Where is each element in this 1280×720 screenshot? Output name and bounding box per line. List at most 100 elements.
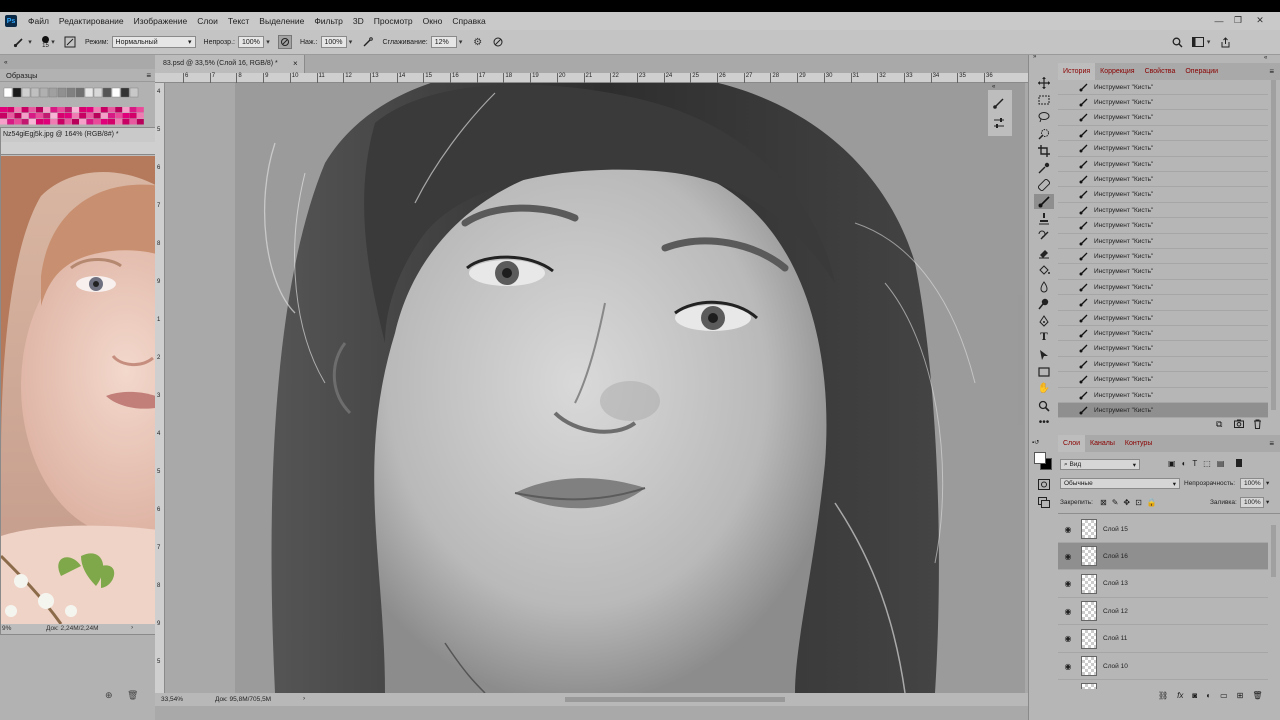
lock-artboard-icon[interactable]: ⊡ xyxy=(1135,498,1142,507)
fill-input[interactable]: 100% xyxy=(1240,497,1264,508)
workspace-icon[interactable] xyxy=(1191,35,1205,49)
history-brush-icon[interactable] xyxy=(1034,228,1054,243)
swatch[interactable] xyxy=(93,107,101,113)
eye-icon[interactable]: ◉ xyxy=(1062,579,1074,588)
quick-select-icon[interactable] xyxy=(1034,126,1054,141)
restore-button[interactable]: ❐ xyxy=(1231,15,1245,26)
link-layers-icon[interactable]: ⛓ xyxy=(1158,691,1168,703)
main-canvas[interactable] xyxy=(235,83,1025,693)
swatch[interactable] xyxy=(108,107,115,113)
swatch[interactable] xyxy=(129,87,139,98)
swatch[interactable] xyxy=(66,87,76,98)
filter-toggle-icon[interactable] xyxy=(1236,459,1243,467)
tab-history[interactable]: История xyxy=(1058,63,1096,80)
menu-image[interactable]: Изображение xyxy=(129,16,193,26)
swatch[interactable] xyxy=(12,87,22,98)
history-item[interactable]: Инструмент "Кисть" xyxy=(1058,157,1268,172)
mode-select[interactable]: Нормальный ▾ xyxy=(111,36,196,48)
tab-swatches[interactable]: Образцы xyxy=(0,68,44,83)
history-item[interactable]: Инструмент "Кисть" xyxy=(1058,326,1268,342)
eyedropper-icon[interactable] xyxy=(1034,160,1054,175)
menu-help[interactable]: Справка xyxy=(447,16,490,26)
eye-icon[interactable]: ◉ xyxy=(1062,552,1074,561)
swatch[interactable] xyxy=(111,87,121,98)
adjustment-filter-icon[interactable]: ◐ xyxy=(1182,459,1187,470)
swatch[interactable] xyxy=(93,119,101,125)
layer-name[interactable]: Слой 16 xyxy=(1103,553,1128,560)
swatch[interactable] xyxy=(72,113,79,119)
eraser-icon[interactable] xyxy=(1034,245,1054,260)
brush-settings-icon[interactable] xyxy=(992,96,1006,113)
panel-menu-icon[interactable]: ≡ xyxy=(146,71,151,80)
tab-paths[interactable]: Контуры xyxy=(1120,440,1157,447)
swatch[interactable] xyxy=(84,87,94,98)
lasso-icon[interactable] xyxy=(1034,109,1054,124)
swatch[interactable] xyxy=(36,107,43,113)
chevron-down-icon[interactable]: ▾ xyxy=(347,36,355,48)
menu-edit[interactable]: Редактирование xyxy=(54,16,129,26)
menu-select[interactable]: Выделение xyxy=(254,16,309,26)
quick-mask-icon[interactable] xyxy=(1034,477,1054,492)
hand-icon[interactable]: ✋ xyxy=(1034,381,1054,396)
fx-icon[interactable]: fx xyxy=(1177,691,1183,703)
type-icon[interactable]: T xyxy=(1034,330,1054,345)
swatch[interactable] xyxy=(72,107,79,113)
add-mask-icon[interactable]: ◙ xyxy=(1192,691,1197,703)
tab-layers[interactable]: Слои xyxy=(1058,435,1086,452)
swatch[interactable] xyxy=(48,87,58,98)
swatch[interactable] xyxy=(102,87,112,98)
layer-row[interactable] xyxy=(1058,680,1268,689)
swatch[interactable] xyxy=(75,87,85,98)
swatch[interactable] xyxy=(28,113,36,119)
chevron-right-icon[interactable]: › xyxy=(303,695,305,702)
panel-menu-icon[interactable]: ≡ xyxy=(1269,67,1274,76)
swatch[interactable] xyxy=(57,113,65,119)
swatch[interactable] xyxy=(7,113,15,119)
swatch[interactable] xyxy=(36,113,43,119)
new-adjustment-icon[interactable]: ◐ xyxy=(1206,691,1211,703)
brush-preset-icon[interactable] xyxy=(12,35,26,49)
swatch[interactable] xyxy=(43,113,51,119)
swatch[interactable] xyxy=(50,107,58,113)
zoom-icon[interactable] xyxy=(1034,398,1054,413)
smart-filter-icon[interactable]: ▤ xyxy=(1217,459,1225,470)
stamp-icon[interactable] xyxy=(1034,211,1054,226)
lock-all-icon[interactable]: 🔒 xyxy=(1147,498,1157,507)
eye-icon[interactable]: ◉ xyxy=(1062,634,1074,643)
adjustments-icon[interactable] xyxy=(992,116,1006,132)
history-item[interactable]: Инструмент "Кисть" xyxy=(1058,234,1268,249)
swatch[interactable] xyxy=(28,119,36,125)
history-item[interactable]: Инструмент "Кисть" xyxy=(1058,265,1268,280)
chevron-right-icon[interactable]: › xyxy=(131,624,133,631)
history-item[interactable]: Инструмент "Кисть" xyxy=(1058,373,1268,388)
layer-name[interactable]: Слой 11 xyxy=(1103,635,1127,642)
menu-filter[interactable]: Фильтр xyxy=(309,16,348,26)
swatch[interactable] xyxy=(0,107,7,113)
swatch[interactable] xyxy=(86,119,94,125)
history-item[interactable]: Инструмент "Кисть" xyxy=(1058,403,1268,419)
swatch[interactable] xyxy=(115,119,123,125)
share-icon[interactable] xyxy=(1219,35,1233,49)
layer-row[interactable]: ◉ Слой 11 xyxy=(1058,626,1268,653)
history-item[interactable]: Инструмент "Кисть" xyxy=(1058,142,1268,157)
crop-icon[interactable] xyxy=(1034,143,1054,158)
mini-strip-collapse-icon[interactable]: « xyxy=(992,84,995,90)
lock-position-icon[interactable]: ✥ xyxy=(1123,498,1130,507)
swatch[interactable] xyxy=(100,113,108,119)
menu-type[interactable]: Текст xyxy=(223,16,254,26)
swatch[interactable] xyxy=(14,119,22,125)
type-filter-icon[interactable]: T xyxy=(1192,459,1197,470)
history-item[interactable]: Инструмент "Кисть" xyxy=(1058,342,1268,357)
history-item[interactable]: Инструмент "Кисть" xyxy=(1058,203,1268,219)
layer-name[interactable]: Слой 13 xyxy=(1103,580,1128,587)
airbrush-icon[interactable] xyxy=(361,35,375,49)
layer-name[interactable]: Слой 12 xyxy=(1103,608,1128,615)
main-doc-close-icon[interactable]: × xyxy=(293,59,298,68)
bucket-icon[interactable] xyxy=(1034,262,1054,277)
swatch[interactable] xyxy=(86,107,94,113)
history-item[interactable]: Инструмент "Кисть" xyxy=(1058,280,1268,296)
brush-panel-icon[interactable] xyxy=(63,35,77,49)
menu-window[interactable]: Окно xyxy=(418,16,448,26)
swatch[interactable] xyxy=(79,107,87,113)
swatch[interactable] xyxy=(57,119,65,125)
